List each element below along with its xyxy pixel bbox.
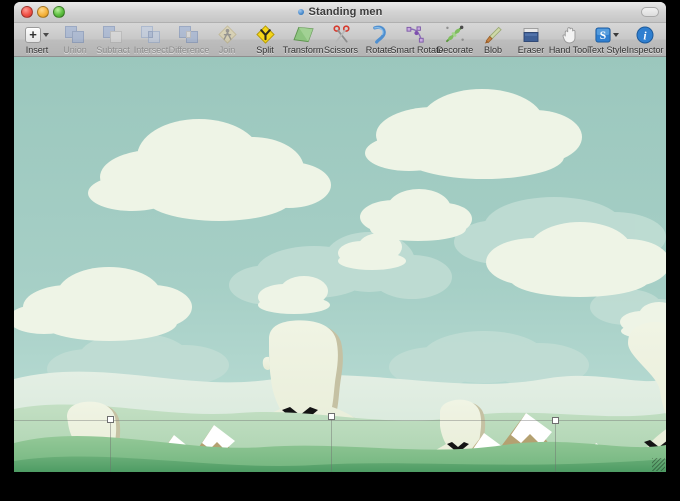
toolbar-label-split: Split — [256, 45, 274, 55]
join-icon — [215, 25, 239, 44]
toolbar-toggle-button[interactable] — [641, 7, 659, 17]
text-style-s-icon: S — [595, 25, 619, 44]
toolbar-label-join: Join — [218, 45, 236, 55]
toolbar-button-inspector[interactable]: i Inspector — [626, 24, 664, 57]
selection-handle-left[interactable] — [107, 416, 114, 423]
transform-icon — [291, 25, 315, 44]
toolbar-label-hand-tool: Hand Tool — [548, 45, 590, 55]
close-button[interactable] — [21, 6, 33, 18]
scissors-icon — [329, 25, 353, 44]
selection-guide-center — [331, 417, 332, 472]
toolbar-label-insert: Insert — [25, 45, 49, 55]
toolbar-label-eraser: Eraser — [517, 45, 545, 55]
document-edited-dot-icon — [297, 9, 304, 15]
toolbar-button-union[interactable]: Union — [56, 24, 94, 57]
window-title-group: Standing men — [14, 2, 666, 22]
toolbar-button-eraser[interactable]: Eraser — [512, 24, 550, 57]
toolbar-label-subtract: Subtract — [96, 45, 130, 55]
toolbar-button-subtract[interactable]: Subtract — [94, 24, 132, 57]
toolbar-label-scissors: Scissors — [324, 45, 359, 55]
toolbar-button-smart-rotate[interactable]: Smart Rotate — [390, 24, 444, 57]
toolbar-label-decorate: Decorate — [436, 45, 474, 55]
plus-button-icon: + — [25, 25, 49, 44]
toolbar-button-scissors[interactable]: Scissors — [322, 24, 360, 57]
toolbar-label-text-style: Text Style — [587, 45, 627, 55]
svg-text:S: S — [600, 30, 606, 42]
union-shapes-icon — [63, 25, 87, 44]
toolbar-label-blob: Blob — [483, 45, 502, 55]
toolbar-label-intersect: Intersect — [133, 45, 169, 55]
rotate-icon — [367, 25, 391, 44]
paintbrush-icon — [481, 25, 505, 44]
selection-handle-center[interactable] — [328, 413, 335, 420]
window-resize-grip[interactable] — [652, 458, 665, 471]
window-titlebar[interactable]: Standing men — [14, 2, 666, 23]
toolbar-button-transform[interactable]: Transform — [282, 24, 324, 57]
toolbar-label-transform: Transform — [282, 45, 324, 55]
app-window: Standing men + Insert Union Subtract Int… — [14, 2, 666, 472]
selection-guide-left — [110, 420, 111, 472]
zoom-button[interactable] — [53, 6, 65, 18]
toolbar-label-rotate: Rotate — [365, 45, 393, 55]
hand-icon — [557, 25, 581, 44]
toolbar-button-text-style[interactable]: S Text Style — [587, 24, 627, 57]
info-circle-icon: i — [633, 25, 657, 44]
selection-handle-right[interactable] — [552, 417, 559, 424]
toolbar-button-hand-tool[interactable]: Hand Tool — [548, 24, 590, 57]
split-icon — [253, 25, 277, 44]
eraser-icon — [519, 25, 543, 44]
toolbar-button-intersect[interactable]: Intersect — [132, 24, 170, 57]
document-canvas[interactable] — [14, 57, 666, 472]
intersect-shapes-icon — [139, 25, 163, 44]
decorate-icon — [443, 25, 467, 44]
standing-men-illustration — [14, 57, 666, 472]
toolbar-button-difference[interactable]: Difference — [168, 24, 210, 57]
toolbar-label-inspector: Inspector — [626, 45, 664, 55]
smart-rotate-icon — [405, 25, 429, 44]
difference-shapes-icon — [177, 25, 201, 44]
minimize-button[interactable] — [37, 6, 49, 18]
toolbar-button-join[interactable]: Join — [208, 24, 246, 57]
traffic-light-group — [21, 6, 65, 18]
selection-guide-right — [555, 421, 556, 472]
toolbar-button-insert[interactable]: + Insert — [18, 24, 56, 57]
subtract-shapes-icon — [101, 25, 125, 44]
main-toolbar: + Insert Union Subtract Intersect Differ… — [14, 23, 666, 57]
toolbar-label-union: Union — [63, 45, 87, 55]
window-title: Standing men — [308, 6, 383, 18]
toolbar-label-difference: Difference — [168, 45, 210, 55]
toolbar-button-split[interactable]: Split — [246, 24, 284, 57]
toolbar-button-blob[interactable]: Blob — [474, 24, 512, 57]
toolbar-button-decorate[interactable]: Decorate — [436, 24, 474, 57]
